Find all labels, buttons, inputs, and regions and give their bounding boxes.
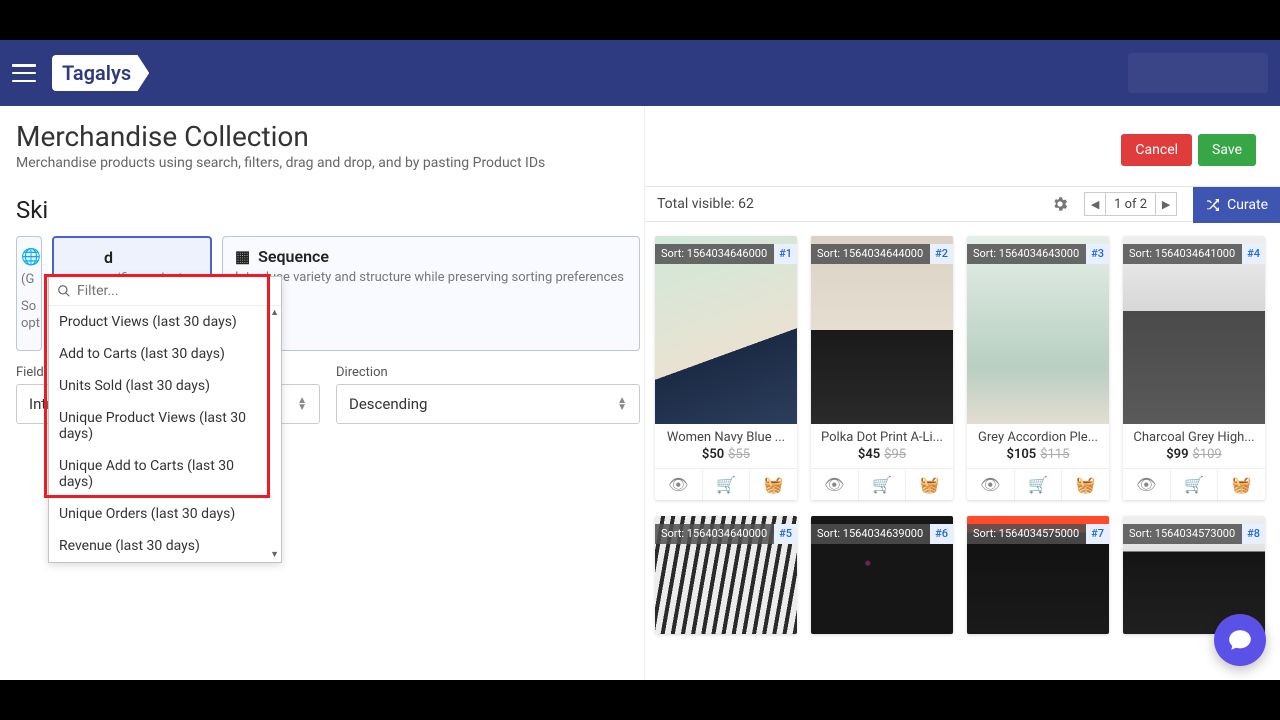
product-price: $45$95 (811, 445, 953, 468)
product-card[interactable]: Sort: 1564034646000 #1 Women Navy Blue .… (655, 236, 797, 500)
product-card[interactable]: Sort: 1564034639000 #6 (811, 516, 953, 634)
direction-select[interactable]: Descending ▲▼ (336, 384, 640, 424)
field-dropdown[interactable]: Product Views (last 30 days)Add to Carts… (48, 276, 282, 563)
product-price: $105$115 (967, 445, 1109, 468)
sort-tag: Sort: 1564034640000 (655, 524, 774, 544)
basket-icon[interactable]: 🧺 (1218, 469, 1265, 500)
add-cart-icon[interactable]: 🛒 (1015, 469, 1063, 500)
chevron-updown-icon: ▲▼ (617, 398, 627, 410)
product-title: Grey Accordion Ple... (967, 424, 1109, 445)
product-card[interactable]: Sort: 1564034575000 #7 (967, 516, 1109, 634)
product-card[interactable]: Sort: 1564034644000 #2 Polka Dot Print A… (811, 236, 953, 500)
section-label-truncated: Ski (16, 196, 640, 224)
page-title: Merchandise Collection (16, 120, 1268, 153)
settings-icon[interactable] (1048, 192, 1072, 216)
shuffle-icon (1205, 197, 1221, 213)
menu-icon[interactable] (12, 64, 36, 82)
product-card[interactable]: Sort: 1564034640000 #5 (655, 516, 797, 634)
basket-icon[interactable]: 🧺 (1062, 469, 1109, 500)
dropdown-option[interactable]: Product Views (last 30 days) (49, 306, 281, 338)
sort-tag: Sort: 1564034573000 (1123, 524, 1242, 544)
product-price: $50$55 (655, 445, 797, 468)
rank-tag: #7 (1086, 524, 1109, 544)
add-cart-icon[interactable]: 🛒 (703, 469, 751, 500)
chat-fab[interactable] (1214, 614, 1266, 666)
view-icon[interactable]: 👁 (1123, 469, 1171, 500)
dropdown-filter-input[interactable] (77, 283, 273, 299)
product-title: Polka Dot Print A-Li... (811, 424, 953, 445)
rank-tag: #1 (774, 244, 797, 264)
cancel-button[interactable]: Cancel (1121, 134, 1192, 166)
curate-button[interactable]: Curate (1193, 187, 1280, 223)
search-icon (57, 284, 71, 298)
basket-icon[interactable]: 🧺 (750, 469, 797, 500)
dropdown-option[interactable]: Unique Orders (last 30 days) (49, 498, 281, 530)
sort-option-global[interactable]: 🌐 (G So opt (16, 236, 42, 351)
page-subtitle: Merchandise products using search, filte… (16, 155, 1268, 171)
total-visible: Total visible: 62 (657, 196, 754, 212)
sort-tag: Sort: 1564034646000 (655, 244, 774, 264)
dropdown-option[interactable]: Revenue (last 30 days) (49, 530, 281, 562)
sort-tag: Sort: 1564034639000 (811, 524, 930, 544)
pager-text: 1 of 2 (1106, 192, 1155, 216)
view-icon[interactable]: 👁 (655, 469, 703, 500)
direction-label: Direction (336, 365, 640, 380)
add-cart-icon[interactable]: 🛒 (859, 469, 907, 500)
chevron-updown-icon: ▲▼ (297, 398, 307, 410)
product-card[interactable]: Sort: 1564034641000 #4 Charcoal Grey Hig… (1123, 236, 1265, 500)
rank-tag: #2 (930, 244, 953, 264)
chat-icon (1227, 627, 1253, 653)
account-area[interactable] (1128, 53, 1268, 93)
product-price: $99$109 (1123, 445, 1265, 468)
view-icon[interactable]: 👁 (967, 469, 1015, 500)
scroll-up-icon[interactable]: ▲ (270, 307, 279, 318)
rank-tag: #6 (930, 524, 953, 544)
brand-logo: Tagalys (52, 55, 149, 91)
save-button[interactable]: Save (1198, 134, 1256, 166)
basket-icon[interactable]: 🧺 (906, 469, 953, 500)
dropdown-option[interactable]: Unique Add to Carts (last 30 days) (49, 450, 281, 498)
product-title: Women Navy Blue ... (655, 424, 797, 445)
add-cart-icon[interactable]: 🛒 (1171, 469, 1219, 500)
sort-tag: Sort: 1564034643000 (967, 244, 1086, 264)
dropdown-option[interactable]: Unique Product Views (last 30 days) (49, 402, 281, 450)
dropdown-option[interactable]: Units Sold (last 30 days) (49, 370, 281, 402)
sort-tag: Sort: 1564034641000 (1123, 244, 1242, 264)
view-icon[interactable]: 👁 (811, 469, 859, 500)
rank-tag: #3 (1086, 244, 1109, 264)
grid-icon: ▦ (235, 247, 250, 266)
pager-prev[interactable]: ◀ (1084, 192, 1106, 216)
sort-tag: Sort: 1564034575000 (967, 524, 1086, 544)
rank-tag: #5 (774, 524, 797, 544)
sort-tag: Sort: 1564034644000 (811, 244, 930, 264)
sort-option-sequence[interactable]: ▦Sequence Introduce variety and structur… (222, 236, 640, 351)
product-title: Charcoal Grey High... (1123, 424, 1265, 445)
product-card[interactable]: Sort: 1564034643000 #3 Grey Accordion Pl… (967, 236, 1109, 500)
dropdown-option[interactable]: Add to Carts (last 30 days) (49, 338, 281, 370)
pager-next[interactable]: ▶ (1155, 192, 1177, 216)
scroll-down-icon[interactable]: ▼ (270, 549, 279, 560)
rank-tag: #4 (1242, 244, 1265, 264)
rank-tag: #8 (1242, 524, 1265, 544)
